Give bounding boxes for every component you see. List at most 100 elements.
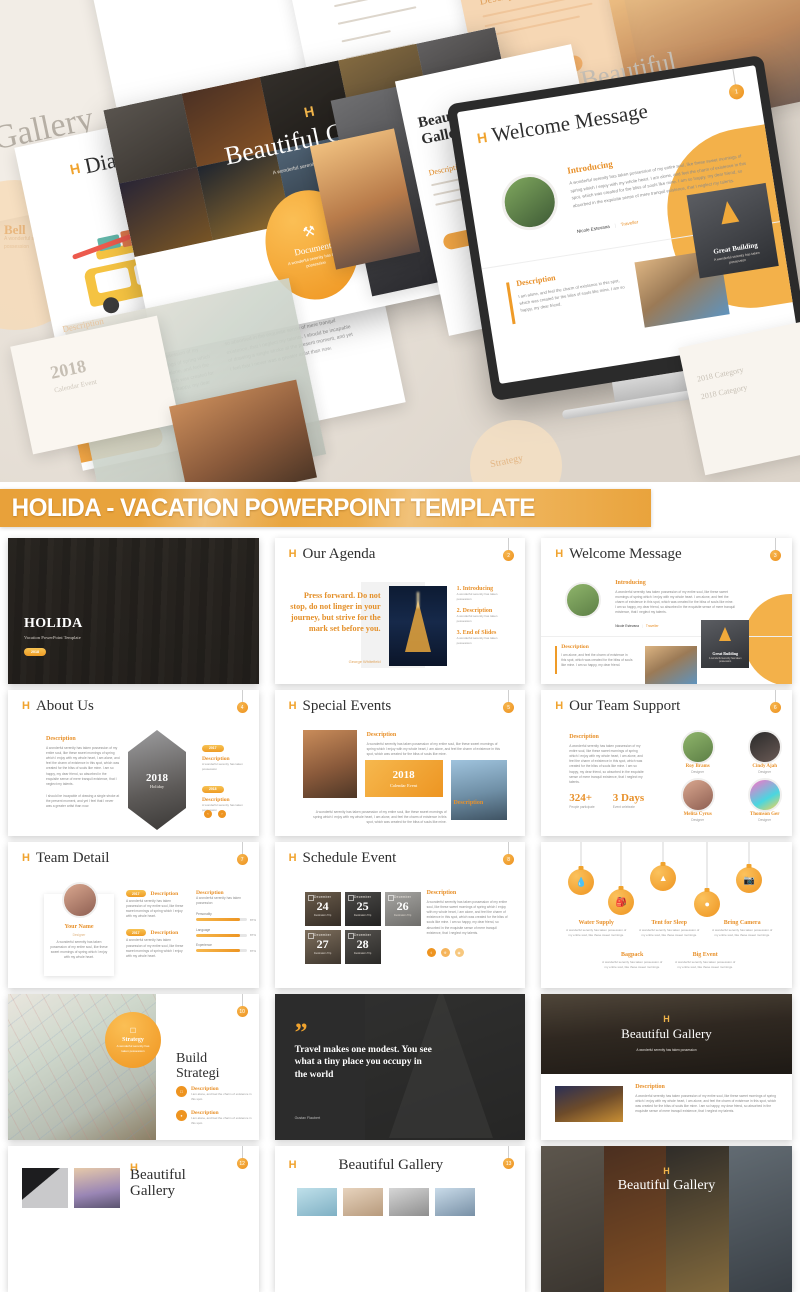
flower-icon[interactable]: ❊ bbox=[440, 948, 450, 957]
ornament-bagpack[interactable]: 🎒 bbox=[608, 886, 635, 915]
about-photo-caption: Holiday bbox=[149, 783, 165, 789]
slide-travel-quote[interactable]: ” Travel makes one modest. You see what … bbox=[274, 994, 526, 1140]
slide-gallery-center[interactable]: 13 H Beautiful Gallery bbox=[274, 1146, 526, 1292]
ornament-body: A wonderful serenity has taken possessio… bbox=[639, 928, 700, 937]
slide-team-detail[interactable]: 7 H Team Detail Your Name Designer A won… bbox=[8, 842, 259, 988]
ornament-name: Bring Camera bbox=[723, 920, 761, 926]
gallery-thumb bbox=[74, 1168, 120, 1208]
day-card[interactable]: December 28 Destination Trip bbox=[344, 930, 381, 964]
slide-build-strategi[interactable]: 10 ☐ Strategy A wonderful serenity has t… bbox=[8, 994, 259, 1140]
team-desc-body: A wonderful serenity has taken possessio… bbox=[569, 744, 644, 784]
slide-gallery-left[interactable]: 12 H Beautiful Gallery bbox=[8, 1146, 259, 1292]
cover-background-photo bbox=[8, 538, 259, 684]
ornament-name: Big Event bbox=[692, 952, 718, 958]
slide-cell: H Beautiful Gallery A wonderful serenity… bbox=[533, 988, 800, 1140]
ornament-name: Tent for Sleep bbox=[651, 920, 688, 926]
team-member-role: Designer bbox=[758, 818, 772, 822]
team-member-name: Melita Cyrus bbox=[683, 812, 712, 817]
day-card[interactable]: December 27 Destination Trip bbox=[304, 930, 341, 964]
ornament-item: Big Event A wonderful serenity has taken… bbox=[674, 952, 736, 969]
ornament-tent[interactable]: ▲ bbox=[650, 862, 677, 891]
slide-about-us[interactable]: 4 H About Us Description A wonderful ser… bbox=[8, 690, 259, 836]
product-title-bar: HOLIDA - VACATION POWERPOINT TEMPLATE bbox=[0, 489, 651, 527]
team-member-name: Roy Brams bbox=[685, 764, 710, 769]
team-stat-value: 324+ bbox=[569, 792, 592, 804]
team-member[interactable]: Roy Brams Designer bbox=[671, 730, 724, 774]
page-number-badge: 12 bbox=[236, 1158, 248, 1169]
agenda-quote: Press forward. Do not stop, do not linge… bbox=[290, 591, 381, 634]
about-photo-year: 2018 bbox=[146, 771, 168, 784]
day-card[interactable]: December 25 Destination Trip bbox=[344, 892, 381, 926]
day-card[interactable]: December 24 Destination Trip bbox=[304, 892, 341, 926]
gallery-thumb bbox=[434, 1188, 475, 1216]
day-caption: Destination Trip bbox=[313, 914, 332, 917]
day-card[interactable]: December 26 Destination Trip bbox=[384, 892, 421, 926]
slide-gallery-hero[interactable]: H Beautiful Gallery A wonderful serenity… bbox=[541, 994, 792, 1140]
logo-icon: H bbox=[22, 700, 30, 712]
logo-icon: H bbox=[555, 700, 563, 712]
skill-bar: Language 87% bbox=[196, 927, 256, 937]
strategi-point[interactable]: ● Description I am alone, and feel the c… bbox=[176, 1110, 253, 1125]
slide-special-events[interactable]: 5 H Special Events Description A wonderf… bbox=[274, 690, 526, 836]
welcome-body: A wonderful serenity has taken possessio… bbox=[615, 590, 735, 615]
gallery-thumb bbox=[296, 1188, 337, 1216]
page-number-badge: 7 bbox=[236, 854, 248, 865]
about-timeline-item[interactable]: 2017 Description A wonderful serenity ha… bbox=[202, 736, 246, 771]
agenda-item[interactable]: 2. Description A wonderful serenity has … bbox=[457, 608, 526, 623]
ornament-camera[interactable]: 📷 bbox=[736, 864, 763, 893]
agenda-item[interactable]: 1. Introducing A wonderful serenity has … bbox=[457, 586, 526, 601]
slide-schedule-event[interactable]: 8 H Schedule Event December 24 Destinati… bbox=[274, 842, 526, 988]
strategy-circle[interactable]: ☐ Strategy A wonderful serenity has take… bbox=[105, 1012, 161, 1068]
ornament-big-event[interactable]: ● bbox=[694, 888, 721, 917]
detail-entry[interactable]: 2017 Description A wonderful serenity ha… bbox=[126, 890, 186, 919]
strategy-circle-label: Strategy bbox=[122, 1037, 144, 1044]
team-stat-label: People participate bbox=[569, 805, 595, 809]
layers-icon: ☐ bbox=[176, 1086, 187, 1097]
slide-welcome-message[interactable]: 3 H Welcome Message Introducing A wonder… bbox=[541, 538, 792, 684]
team-member[interactable]: Thomson Ger Designer bbox=[738, 778, 791, 822]
arrow-prev-icon[interactable]: ‹ bbox=[204, 810, 212, 818]
slide-title: Our Agenda bbox=[302, 546, 376, 562]
ornament-water-supply[interactable]: 💧 bbox=[568, 866, 595, 895]
skill-fill bbox=[196, 918, 241, 922]
arrow-next-icon[interactable]: › bbox=[218, 810, 226, 818]
slide-title: Welcome Message bbox=[569, 546, 682, 562]
skill-bar: Experience 87% bbox=[196, 943, 256, 953]
twitter-icon[interactable]: t bbox=[426, 948, 436, 957]
hero-preview-image: Gallery Description Bell A wonderful ser… bbox=[0, 0, 800, 482]
monitor-author: Nicole Estevana bbox=[576, 223, 611, 235]
slide-team-support[interactable]: 6 H Our Team Support Description A wonde… bbox=[541, 690, 792, 836]
slide-ornaments[interactable]: 💧 🎒 ▲ ● 📷 Water Supply A wonderful seren… bbox=[541, 842, 792, 988]
slide-thumbnail-grid: HOLIDA Vacation PowerPoint Template 2018… bbox=[0, 532, 800, 1292]
ornament-item: Tent for Sleep A wonderful serenity has … bbox=[638, 920, 700, 937]
team-member[interactable]: Melita Cyrus Designer bbox=[671, 778, 724, 822]
detail-entry-body: A wonderful serenity has taken possessio… bbox=[126, 899, 184, 919]
skill-name: Language bbox=[196, 927, 211, 932]
slide-cell: 7 H Team Detail Your Name Designer A won… bbox=[0, 836, 267, 988]
slide-agenda[interactable]: 2 H Our Agenda Press forward. Do not sto… bbox=[274, 538, 526, 684]
cover-year-badge[interactable]: 2018 bbox=[24, 648, 46, 656]
profile-role: Designer bbox=[72, 933, 86, 937]
gallery-hero-desc-body: A wonderful serenity has taken possessio… bbox=[635, 1094, 777, 1114]
ornament-body: A wonderful serenity has taken possessio… bbox=[602, 960, 663, 969]
camera-icon[interactable]: ◉ bbox=[454, 948, 464, 957]
about-timeline-item[interactable]: 2018 Description A wonderful serenity ha… bbox=[202, 777, 246, 812]
slide-gallery-right[interactable]: H Beautiful Gallery bbox=[541, 1146, 792, 1292]
strategi-point[interactable]: ☐ Description I am alone, and feel the c… bbox=[176, 1086, 253, 1101]
slide-cover[interactable]: HOLIDA Vacation PowerPoint Template 2018 bbox=[8, 538, 259, 684]
welcome-section-label: Introducing bbox=[615, 580, 646, 586]
team-member-role: Designer bbox=[758, 770, 772, 774]
slide-cell: H Beautiful Gallery bbox=[533, 1140, 800, 1292]
team-member[interactable]: Cindy Ajah Designer bbox=[738, 730, 791, 774]
detail-entry[interactable]: 2017 Description A wonderful serenity ha… bbox=[126, 929, 186, 958]
slide-cell: 8 H Schedule Event December 24 Destinati… bbox=[267, 836, 534, 988]
quote-mark-icon: ” bbox=[294, 1018, 308, 1047]
agenda-item[interactable]: 3. End of Slides A wonderful serenity ha… bbox=[457, 630, 526, 645]
slide-cell: 6 H Our Team Support Description A wonde… bbox=[533, 684, 800, 836]
day-caption: Destination Trip bbox=[353, 952, 372, 955]
hanging-string bbox=[706, 842, 708, 892]
ornament-body: A wonderful serenity has taken possessio… bbox=[675, 960, 736, 969]
title-bar-right-fill bbox=[651, 489, 800, 527]
welcome-photo-colosseum bbox=[645, 646, 698, 684]
about-desc-body2: I should be incapable of drawing a singl… bbox=[46, 794, 120, 809]
